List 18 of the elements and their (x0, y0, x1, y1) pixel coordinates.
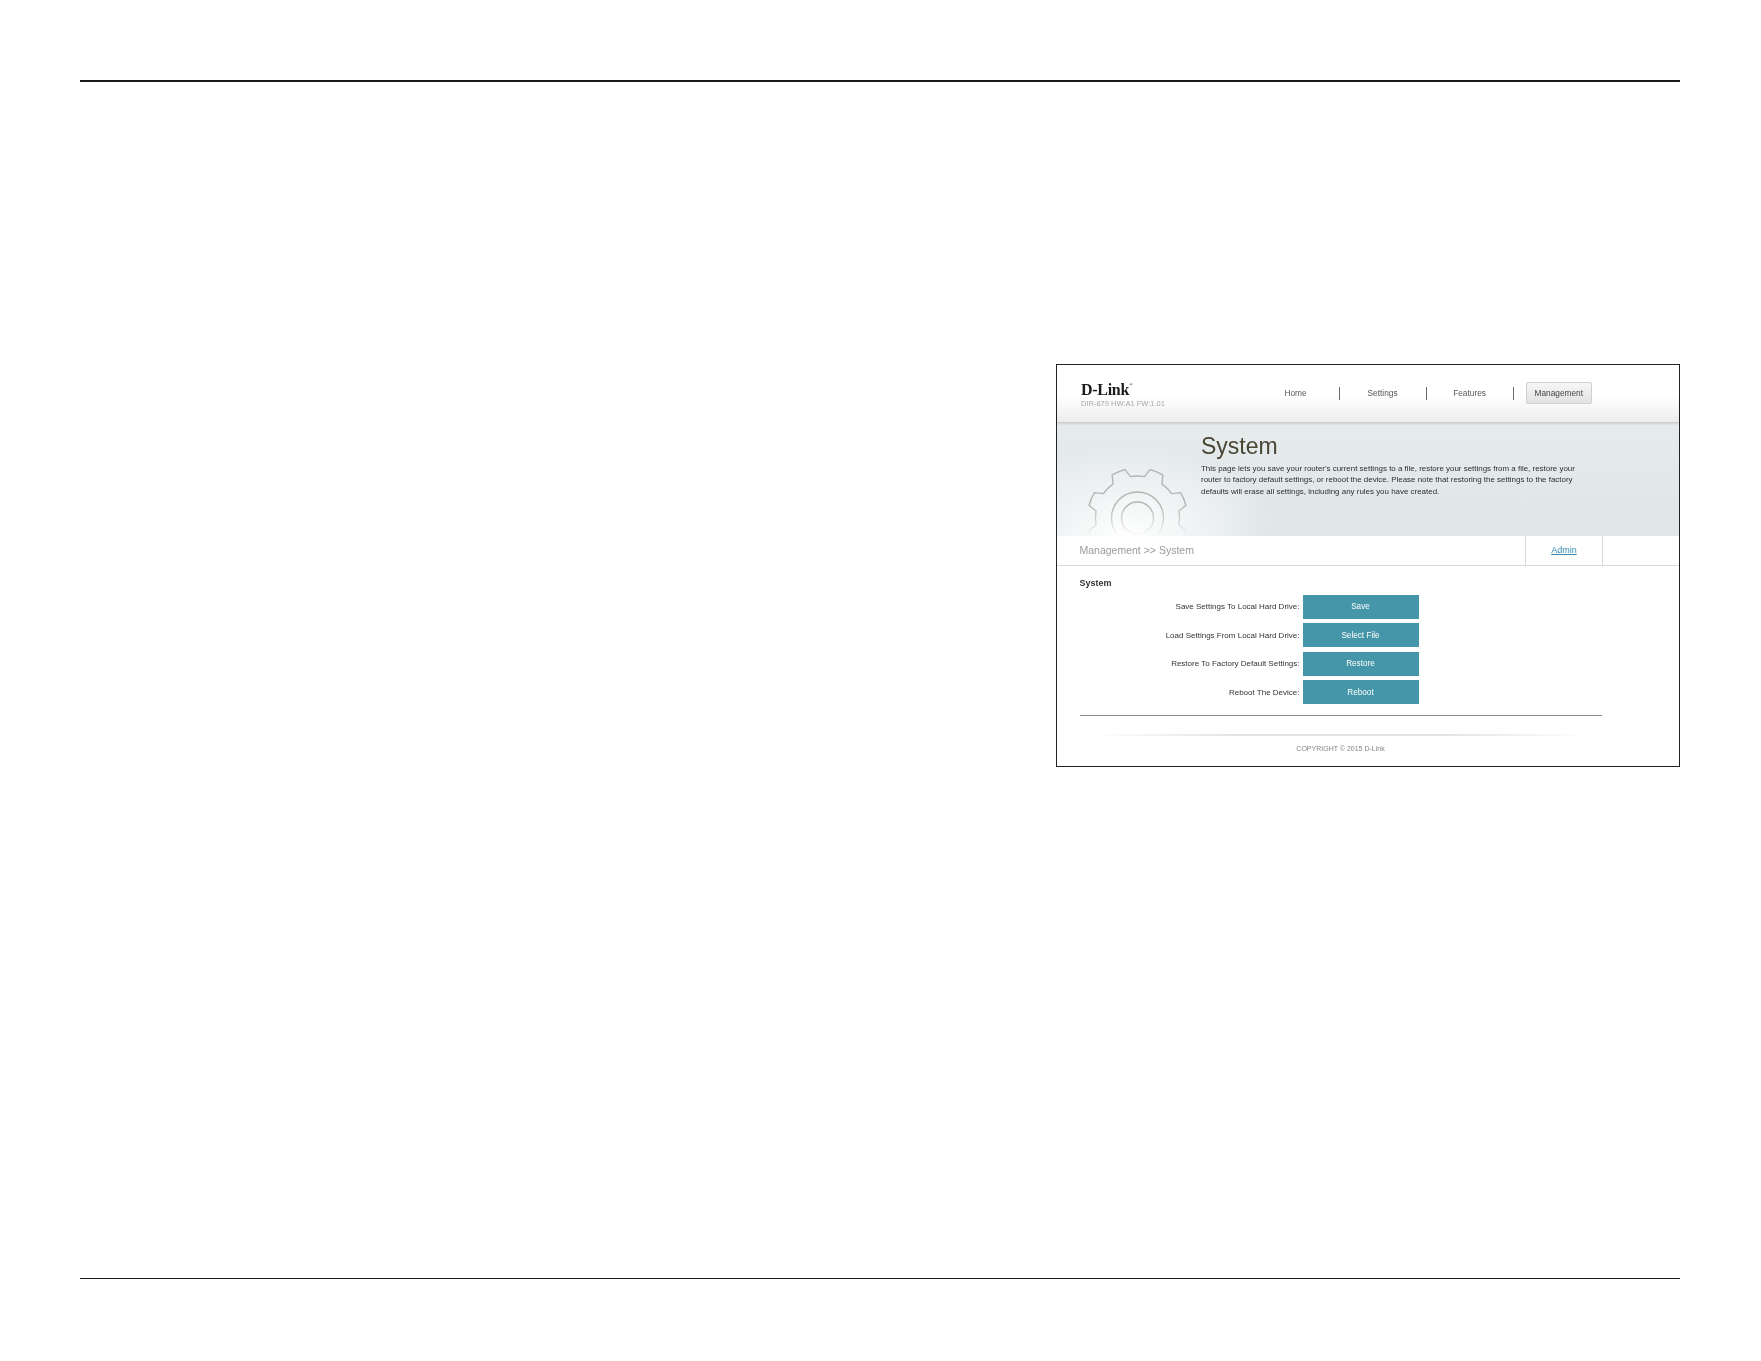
setting-label: Load Settings From Local Hard Drive: (1164, 630, 1300, 640)
action-button[interactable]: Reboot (1302, 680, 1419, 704)
nav-tab[interactable]: Features (1426, 382, 1513, 404)
gear-icon (1087, 468, 1188, 536)
nav-tab[interactable]: Management (1525, 382, 1592, 404)
action-button[interactable]: Save (1302, 594, 1419, 619)
nav-tab[interactable]: Settings (1339, 382, 1426, 404)
action-button[interactable]: Select File (1302, 623, 1419, 647)
breadcrumb: Management >> System (1078, 544, 1195, 556)
setting-label: Restore To Factory Default Settings: (1170, 659, 1300, 668)
section-title: System (1079, 577, 1113, 589)
setting-label: Save Settings To Local Hard Drive: (1174, 602, 1300, 611)
setting-label: Reboot The Device: (1227, 687, 1300, 697)
page-title: System (1201, 431, 1279, 460)
nav-tab[interactable]: Home (1252, 382, 1339, 404)
brand-logo: D-Link$^{®}$ (1081, 381, 1133, 398)
action-button[interactable]: Restore (1302, 651, 1419, 676)
admin-link[interactable]: Admin (1551, 545, 1577, 555)
